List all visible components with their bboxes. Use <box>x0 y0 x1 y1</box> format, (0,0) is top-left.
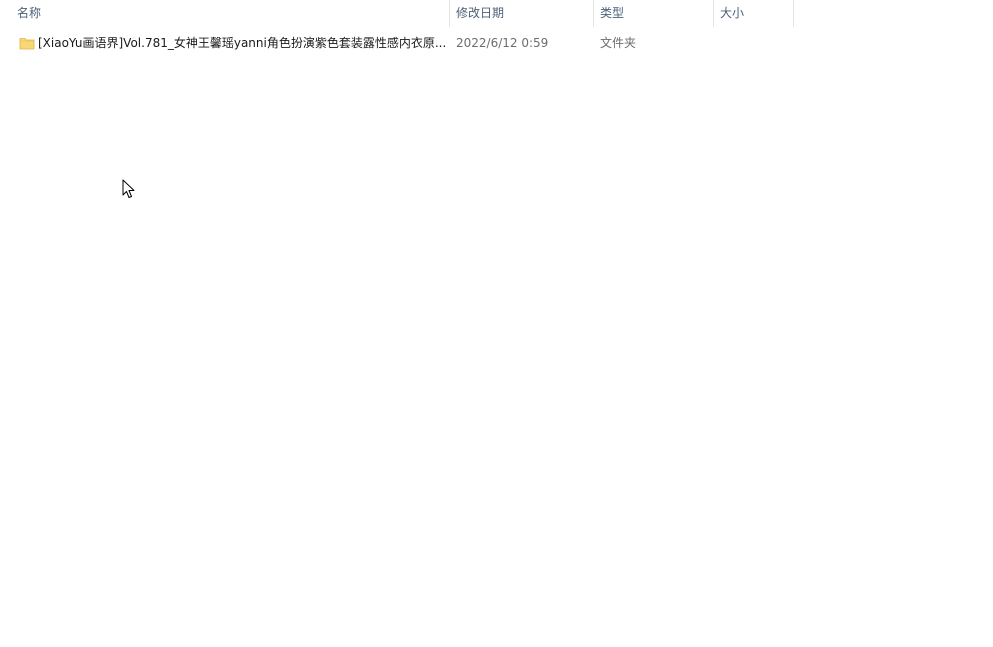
column-header-date-modified[interactable]: 修改日期 <box>450 0 594 27</box>
file-type: 文件夹 <box>600 36 637 50</box>
column-header-size-label: 大小 <box>720 6 745 20</box>
chevron-up-icon <box>225 0 235 2</box>
column-header-type[interactable]: 类型 <box>594 0 714 27</box>
column-header-row: 名称 修改日期 类型 大小 <box>0 0 794 27</box>
file-list-view: 名称 修改日期 类型 大小 [XiaoYu画语界]Vol.781_女神王馨瑶ya… <box>0 0 993 647</box>
column-separator[interactable] <box>793 0 794 27</box>
file-row[interactable]: [XiaoYu画语界]Vol.781_女神王馨瑶yanni角色扮演紫色套装露性感… <box>11 32 794 54</box>
column-header-name-label: 名称 <box>17 6 42 20</box>
column-header-name[interactable]: 名称 <box>11 0 450 27</box>
mouse-pointer-icon <box>122 179 135 198</box>
column-header-type-label: 类型 <box>600 6 625 20</box>
file-name[interactable]: [XiaoYu画语界]Vol.781_女神王馨瑶yanni角色扮演紫色套装露性感… <box>38 32 450 54</box>
file-size <box>720 32 790 54</box>
folder-icon <box>19 38 35 50</box>
file-date-modified: 2022/6/12 0:59 <box>456 36 549 50</box>
column-header-date-label: 修改日期 <box>456 6 505 20</box>
column-header-size[interactable]: 大小 <box>714 0 794 27</box>
